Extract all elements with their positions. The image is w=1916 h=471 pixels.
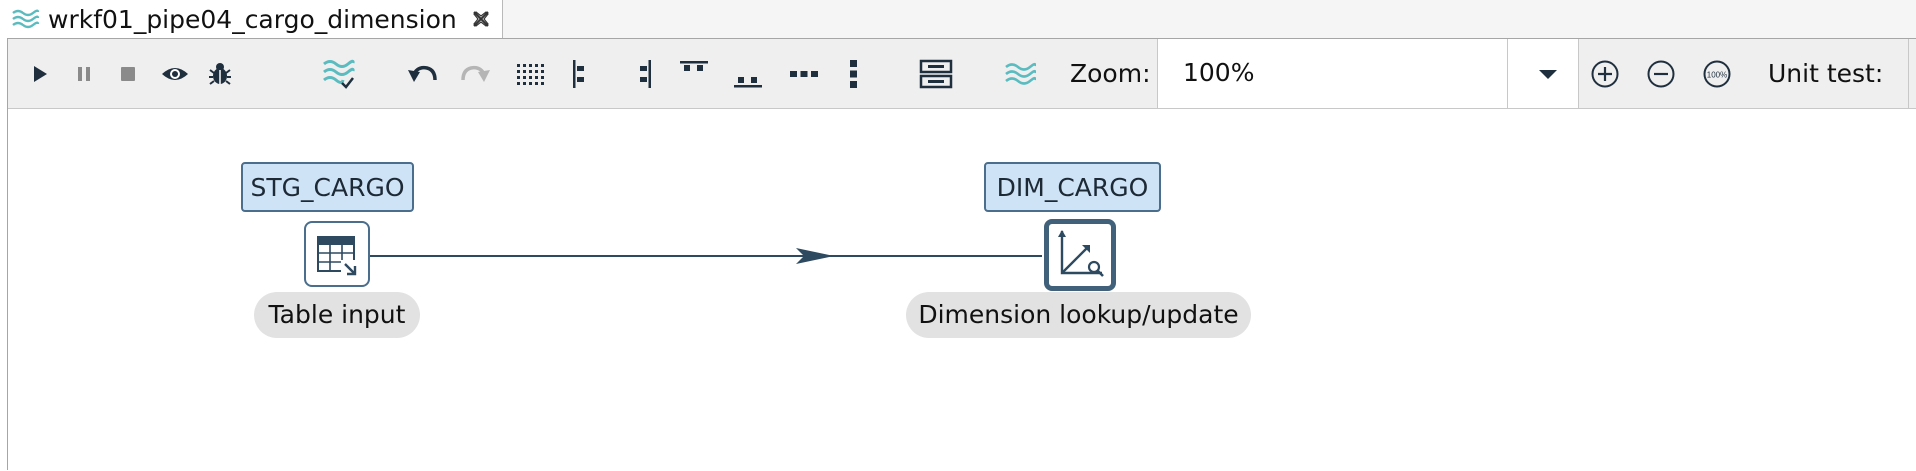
check-pipeline-icon (323, 59, 355, 89)
debug-button[interactable] (202, 39, 238, 109)
redo-icon (461, 65, 490, 82)
zoom-reset-text: 100% (1707, 71, 1727, 80)
align-bottom-icon (734, 77, 762, 88)
redo-button[interactable] (456, 39, 496, 109)
align-top-icon (680, 61, 708, 71)
chevron-down-icon[interactable] (1528, 39, 1568, 108)
zoom-in-button[interactable] (1580, 39, 1630, 109)
zoom-separator (1507, 39, 1508, 108)
zoom-reset-button[interactable]: 100% (1692, 39, 1742, 109)
align-top-button[interactable] (674, 39, 714, 109)
pipeline-editor: Zoom: 100% 100% Unit test: STG_CARGO Tab… (7, 38, 1916, 471)
zoom-out-button[interactable] (1636, 39, 1686, 109)
zoom-value[interactable]: 100% (1183, 39, 1254, 107)
table-input-icon (317, 236, 359, 276)
zoom-in-icon (1591, 60, 1619, 88)
undo-button[interactable] (402, 39, 442, 109)
stop-icon (121, 67, 135, 81)
pause-icon (78, 67, 90, 81)
undo-icon (408, 65, 437, 82)
tab-title: wrkf01_pipe04_cargo_dimension (48, 4, 457, 34)
preview-button[interactable] (154, 39, 196, 109)
distribute-vertically-button[interactable] (838, 39, 870, 109)
toolbar: Zoom: 100% 100% Unit test: (8, 39, 1916, 109)
step-type-label: Dimension lookup/update (906, 292, 1251, 338)
unit-test-separator (1908, 39, 1909, 108)
check-pipeline-button[interactable] (318, 39, 358, 109)
grid-icon (517, 64, 544, 85)
snap-to-grid-button[interactable] (510, 39, 550, 109)
pause-button[interactable] (66, 39, 102, 109)
step-name-stg-cargo[interactable]: STG_CARGO (241, 162, 414, 212)
pipeline-canvas[interactable]: STG_CARGO Table input DIM_CARGO Dimensio… (8, 109, 1916, 471)
tab-bar: wrkf01_pipe04_cargo_dimension (0, 0, 1916, 38)
align-right-icon (640, 60, 651, 88)
tab-pipeline[interactable]: wrkf01_pipe04_cargo_dimension (0, 0, 503, 38)
stop-button[interactable] (110, 39, 146, 109)
step-name-dim-cargo[interactable]: DIM_CARGO (984, 162, 1161, 212)
distribute-vertical-icon (850, 60, 857, 88)
pipeline-icon (1005, 62, 1036, 85)
run-button[interactable] (22, 39, 58, 109)
step-type-label: Table input (254, 292, 420, 338)
align-right-button[interactable] (628, 39, 660, 109)
align-left-button[interactable] (564, 39, 596, 109)
properties-icon (919, 59, 953, 89)
align-bottom-button[interactable] (728, 39, 768, 109)
zoom-100-icon: 100% (1703, 60, 1731, 88)
zoom-out-icon (1647, 60, 1675, 88)
align-left-icon (573, 60, 584, 88)
step-dim-cargo[interactable] (1044, 219, 1116, 291)
step-stg-cargo[interactable] (304, 221, 370, 287)
eye-icon (162, 68, 188, 80)
unit-test-label: Unit test: (1768, 59, 1884, 88)
zoom-label: Zoom: (1070, 59, 1151, 88)
bug-icon (209, 63, 231, 85)
close-icon[interactable] (471, 9, 491, 29)
dimension-lookup-icon (1058, 230, 1104, 277)
pipeline-icon (10, 7, 40, 31)
edit-properties-button[interactable] (914, 39, 958, 109)
pipeline-settings-button[interactable] (998, 39, 1042, 109)
zoom-select[interactable]: 100% (1157, 39, 1579, 108)
distribute-horizontally-button[interactable] (784, 39, 824, 109)
play-icon (34, 66, 47, 82)
distribute-horizontal-icon (790, 71, 818, 77)
